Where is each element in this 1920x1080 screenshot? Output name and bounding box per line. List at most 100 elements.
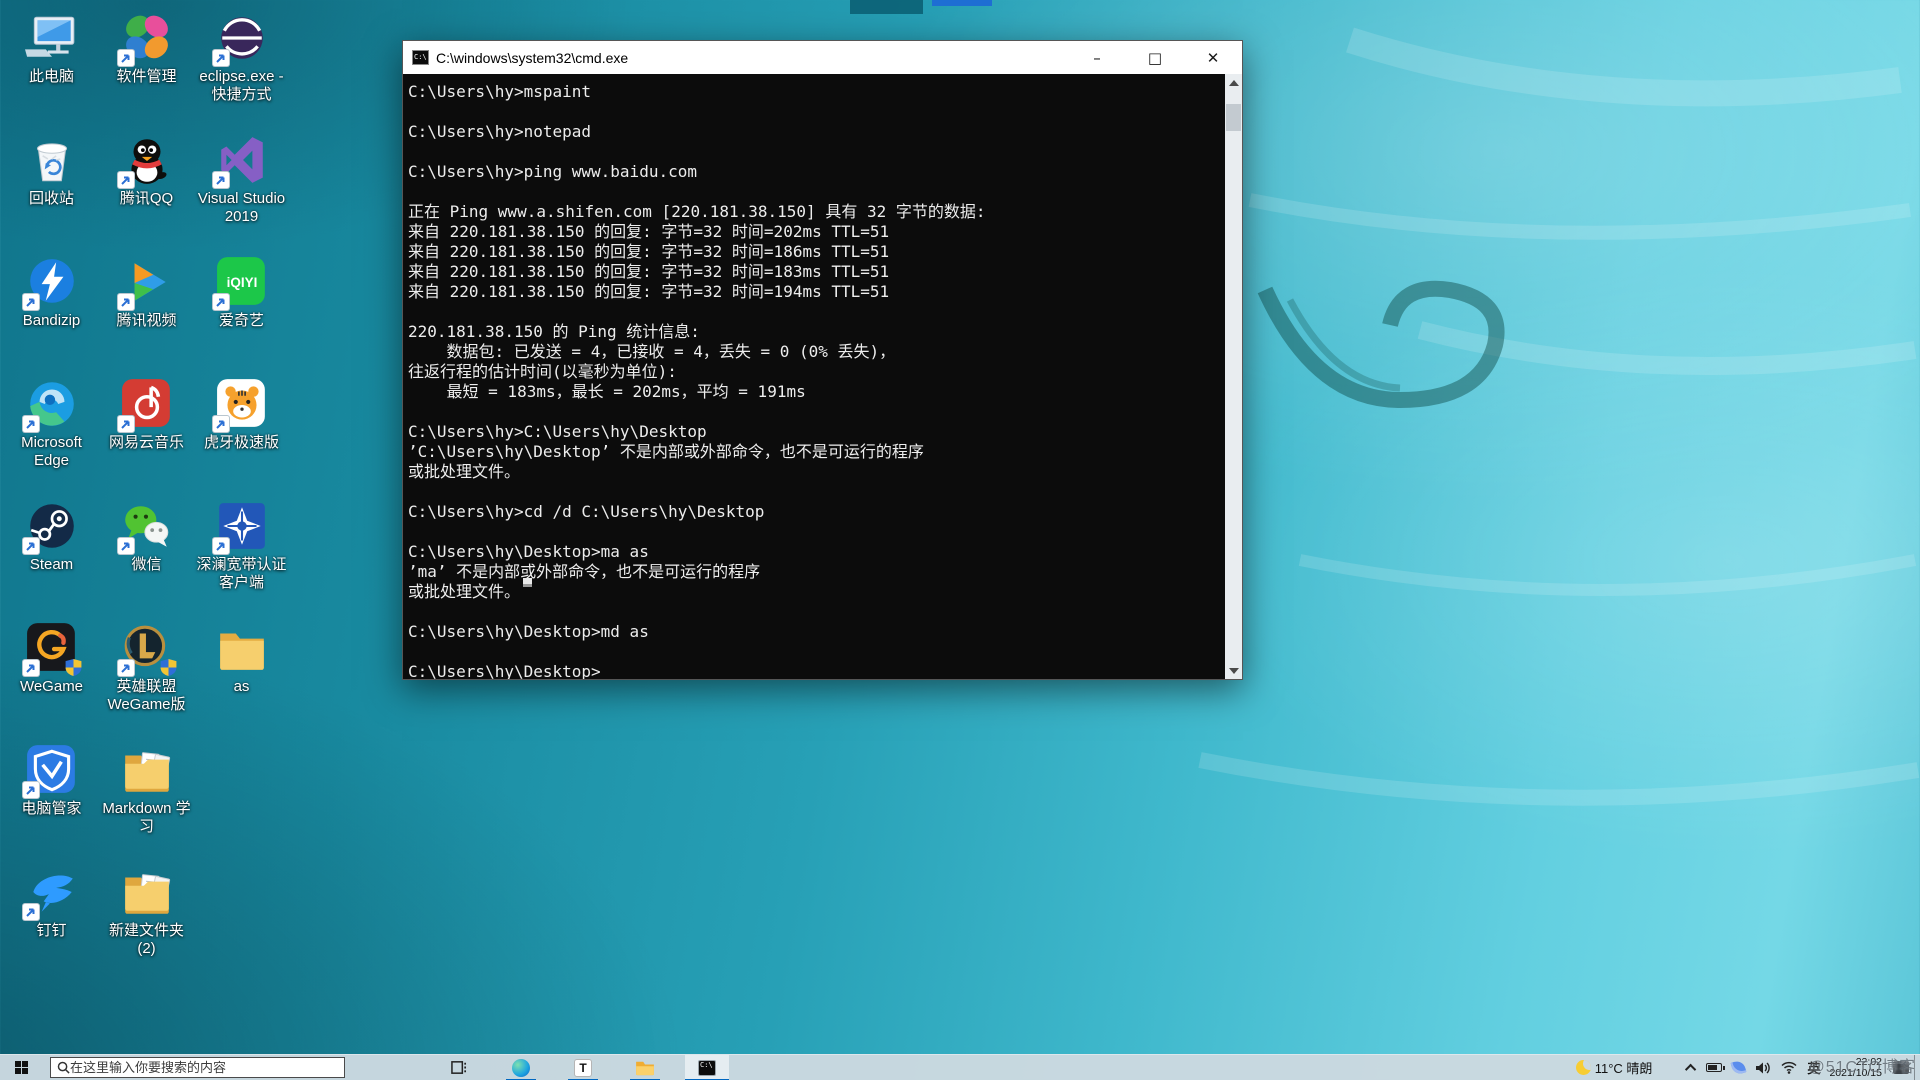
shortcut-arrow-icon xyxy=(213,50,229,66)
desktop-icon-recycle-bin[interactable]: 回收站 xyxy=(4,130,99,252)
desktop-icon-software-manager[interactable]: 软件管理 xyxy=(99,8,194,130)
desktop-icon-dingtalk[interactable]: 钉钉 xyxy=(4,862,99,984)
desktop-icon-wegame[interactable]: WeGame xyxy=(4,618,99,740)
language-label: 英 xyxy=(1807,1058,1820,1077)
desktop-icon-bandizip[interactable]: Bandizip xyxy=(4,252,99,374)
windows-desktop: { "desktop": { "icons": [ {"name":"this-… xyxy=(0,0,1920,1080)
minimize-button[interactable]: – xyxy=(1068,41,1126,74)
icon-label: 爱奇艺 xyxy=(219,312,264,330)
uac-shield-icon xyxy=(159,658,178,677)
start-button[interactable] xyxy=(0,1055,42,1080)
scrollbar-thumb[interactable] xyxy=(1226,104,1241,131)
window-edge-artifact xyxy=(850,0,923,14)
terminal-line: 数据包: 已发送 = 4，已接收 = 4，丢失 = 0 (0% 丢失)， xyxy=(408,342,1220,362)
terminal-line: C:\Users\hy>mspaint xyxy=(408,82,1220,102)
dingtalk-icon xyxy=(25,865,79,919)
chevron-up-icon xyxy=(1685,1063,1696,1074)
icon-label: 虎牙极速版 xyxy=(204,434,279,452)
typora-icon: T xyxy=(574,1059,592,1077)
icon-label: Steam xyxy=(30,556,73,574)
eclipse-icon xyxy=(215,11,269,65)
desktop-icon-microsoft-edge[interactable]: Microsoft Edge xyxy=(4,374,99,496)
desktop-icon-wechat[interactable]: 微信 xyxy=(99,496,194,618)
tray-overflow-button[interactable] xyxy=(1683,1055,1701,1080)
shortcut-arrow-icon xyxy=(213,538,229,554)
desktop-icon-huya[interactable]: 虎牙极速版 xyxy=(194,374,289,496)
terminal-line: C:\Users\hy\Desktop>ma as xyxy=(408,542,1220,562)
shortcut-arrow-icon xyxy=(213,294,229,310)
folder-icon xyxy=(215,621,269,675)
desktop-icon-iqiyi[interactable]: iQIYI 爱奇艺 xyxy=(194,252,289,374)
wegame-icon xyxy=(25,621,79,675)
terminal-line xyxy=(408,602,1220,622)
volume-control[interactable] xyxy=(1750,1055,1776,1080)
windows-logo-icon xyxy=(15,1061,28,1074)
task-view-button[interactable] xyxy=(437,1055,481,1080)
desktop-icon-markdown-folder[interactable]: Markdown 学习 xyxy=(99,740,194,862)
taskbar: T C:\ 11°C 晴朗 英 22:02 2021/10/15 xyxy=(0,1054,1920,1080)
desktop-icon-lol-wegame[interactable]: 英雄联盟WeGame版 xyxy=(99,618,194,740)
show-desktop-button[interactable] xyxy=(1914,1055,1920,1080)
pc-manager-tray[interactable] xyxy=(1727,1055,1750,1080)
desktop-icon-steam[interactable]: Steam xyxy=(4,496,99,618)
clock-date: 2021/10/15 xyxy=(1829,1068,1882,1079)
recycle-bin-icon xyxy=(25,133,79,187)
shortcut-arrow-icon xyxy=(23,904,39,920)
desktop-icon-pc-manager[interactable]: 电脑管家 xyxy=(4,740,99,862)
weather-widget[interactable]: 11°C 晴朗 xyxy=(1571,1055,1658,1080)
search-input[interactable] xyxy=(70,1060,338,1075)
huya-tiger-icon xyxy=(215,377,269,431)
terminal-scrollbar[interactable] xyxy=(1225,74,1242,679)
shortcut-arrow-icon xyxy=(118,538,134,554)
notification-tray-icon[interactable] xyxy=(1888,1055,1914,1080)
maximize-button[interactable]: □ xyxy=(1126,41,1184,74)
shortcut-arrow-icon xyxy=(118,416,134,432)
desktop-icon-as-folder[interactable]: as xyxy=(194,618,289,740)
wifi-icon xyxy=(1781,1061,1797,1074)
steam-icon xyxy=(25,499,79,553)
text-cursor-artifact xyxy=(523,578,532,587)
taskbar-search[interactable] xyxy=(50,1057,345,1078)
task-view-icon xyxy=(451,1059,468,1076)
svg-text:iQIYI: iQIYI xyxy=(226,275,257,290)
close-button[interactable]: ✕ xyxy=(1184,41,1242,74)
icon-label: 软件管理 xyxy=(116,68,176,86)
desktop-icon-netease-music[interactable]: 网易云音乐 xyxy=(99,374,194,496)
hidden-window-artifact xyxy=(932,0,992,6)
this-pc-icon xyxy=(25,11,79,65)
edge-icon xyxy=(512,1059,530,1077)
desktop-icon-tencent-qq[interactable]: 腾讯QQ xyxy=(99,130,194,252)
desktop-icon-this-pc[interactable]: 此电脑 xyxy=(4,8,99,130)
terminal-line xyxy=(408,142,1220,162)
taskbar-file-explorer-button[interactable] xyxy=(623,1055,667,1080)
terminal-lines: C:\Users\hy>mspaint C:\Users\hy>notepad … xyxy=(408,82,1220,679)
taskbar-edge-button[interactable] xyxy=(499,1055,543,1080)
scroll-up-arrow-icon[interactable] xyxy=(1225,74,1242,91)
desktop-icon-tencent-video[interactable]: 腾讯视频 xyxy=(99,252,194,374)
cmd-titlebar[interactable]: C:\ C:\windows\system32\cmd.exe – □ ✕ xyxy=(403,41,1242,74)
search-icon xyxy=(57,1061,70,1074)
cmd-window-title: C:\windows\system32\cmd.exe xyxy=(436,50,1068,66)
taskbar-clock[interactable]: 22:02 2021/10/15 xyxy=(1825,1057,1888,1079)
taskbar-typora-button[interactable]: T xyxy=(561,1055,605,1080)
terminal-output[interactable]: C:\Users\hy>mspaint C:\Users\hy>notepad … xyxy=(403,74,1242,679)
terminal-line xyxy=(408,102,1220,122)
network-indicator[interactable] xyxy=(1776,1055,1802,1080)
terminal-line xyxy=(408,522,1220,542)
shortcut-arrow-icon xyxy=(118,50,134,66)
iqiyi-icon: iQIYI xyxy=(215,255,269,309)
terminal-line: 来自 220.181.38.150 的回复: 字节=32 时间=202ms TT… xyxy=(408,222,1220,242)
moon-weather-icon xyxy=(1576,1060,1591,1075)
shortcut-arrow-icon xyxy=(23,294,39,310)
icon-label: Microsoft Edge xyxy=(5,434,99,470)
input-language-indicator[interactable]: 英 xyxy=(1802,1055,1825,1080)
desktop-icon-new-folder-2[interactable]: 新建文件夹 (2) xyxy=(99,862,194,984)
desktop-icon-srun[interactable]: 深澜宽带认证客户端 xyxy=(194,496,289,618)
scroll-down-arrow-icon[interactable] xyxy=(1225,662,1242,679)
desktop-icon-eclipse[interactable]: eclipse.exe - 快捷方式 xyxy=(194,8,289,130)
battery-indicator[interactable] xyxy=(1701,1055,1727,1080)
icon-label: 电脑管家 xyxy=(21,800,81,818)
taskbar-cmd-button[interactable]: C:\ xyxy=(685,1055,729,1080)
lol-icon xyxy=(120,621,174,675)
desktop-icon-visual-studio[interactable]: Visual Studio 2019 xyxy=(194,130,289,252)
